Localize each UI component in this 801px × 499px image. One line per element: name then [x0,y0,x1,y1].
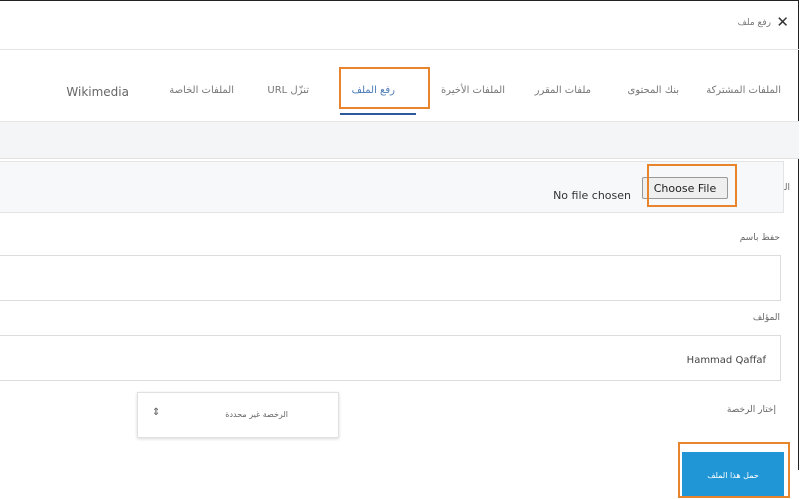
tab-private-files[interactable]: الملفات الخاصة [169,85,234,96]
license-label: إختار الرخصة [726,405,776,415]
author-label: المؤلف [752,313,780,323]
upload-this-file-button[interactable]: حمل هذا الملف [682,452,784,498]
tab-url-downloader[interactable]: URL تنزّل [267,85,309,96]
save-as-label: حفظ باسم [739,233,780,243]
tab-recent-files[interactable]: الملفات الأخيرة [441,85,505,96]
tab-course-files[interactable]: ملفات المقرر [535,85,591,96]
license-select[interactable]: الرخصة غير محددة ⇕ [137,392,339,438]
tab-upload-file[interactable]: رفع الملف [352,85,395,96]
tab-wikimedia[interactable]: Wikimedia [66,85,129,99]
license-value: الرخصة غير محددة [225,410,288,419]
dialog-header: ✕ رفع ملف [0,1,799,50]
select-arrows-icon: ⇕ [152,407,161,418]
file-picker-dialog: ✕ رفع ملف الملفات المشتركة بنك المحتوى م… [0,0,799,470]
author-value: Hammad Qaffaf [686,355,766,366]
active-tab-indicator [340,113,416,115]
dialog-title: رفع ملف [737,18,771,28]
toolbar-band [0,122,799,159]
save-as-input[interactable] [0,255,781,301]
file-status-text: No file chosen [553,189,631,202]
author-input[interactable]: Hammad Qaffaf [0,335,781,381]
tab-content-bank[interactable]: بنك المحتوى [628,85,679,96]
repository-tabs: الملفات المشتركة بنك المحتوى ملفات المقر… [0,49,799,122]
tab-shared-files[interactable]: الملفات المشتركة [706,85,781,96]
choose-file-button[interactable]: Choose File [642,177,728,199]
close-icon[interactable]: ✕ [776,13,789,31]
